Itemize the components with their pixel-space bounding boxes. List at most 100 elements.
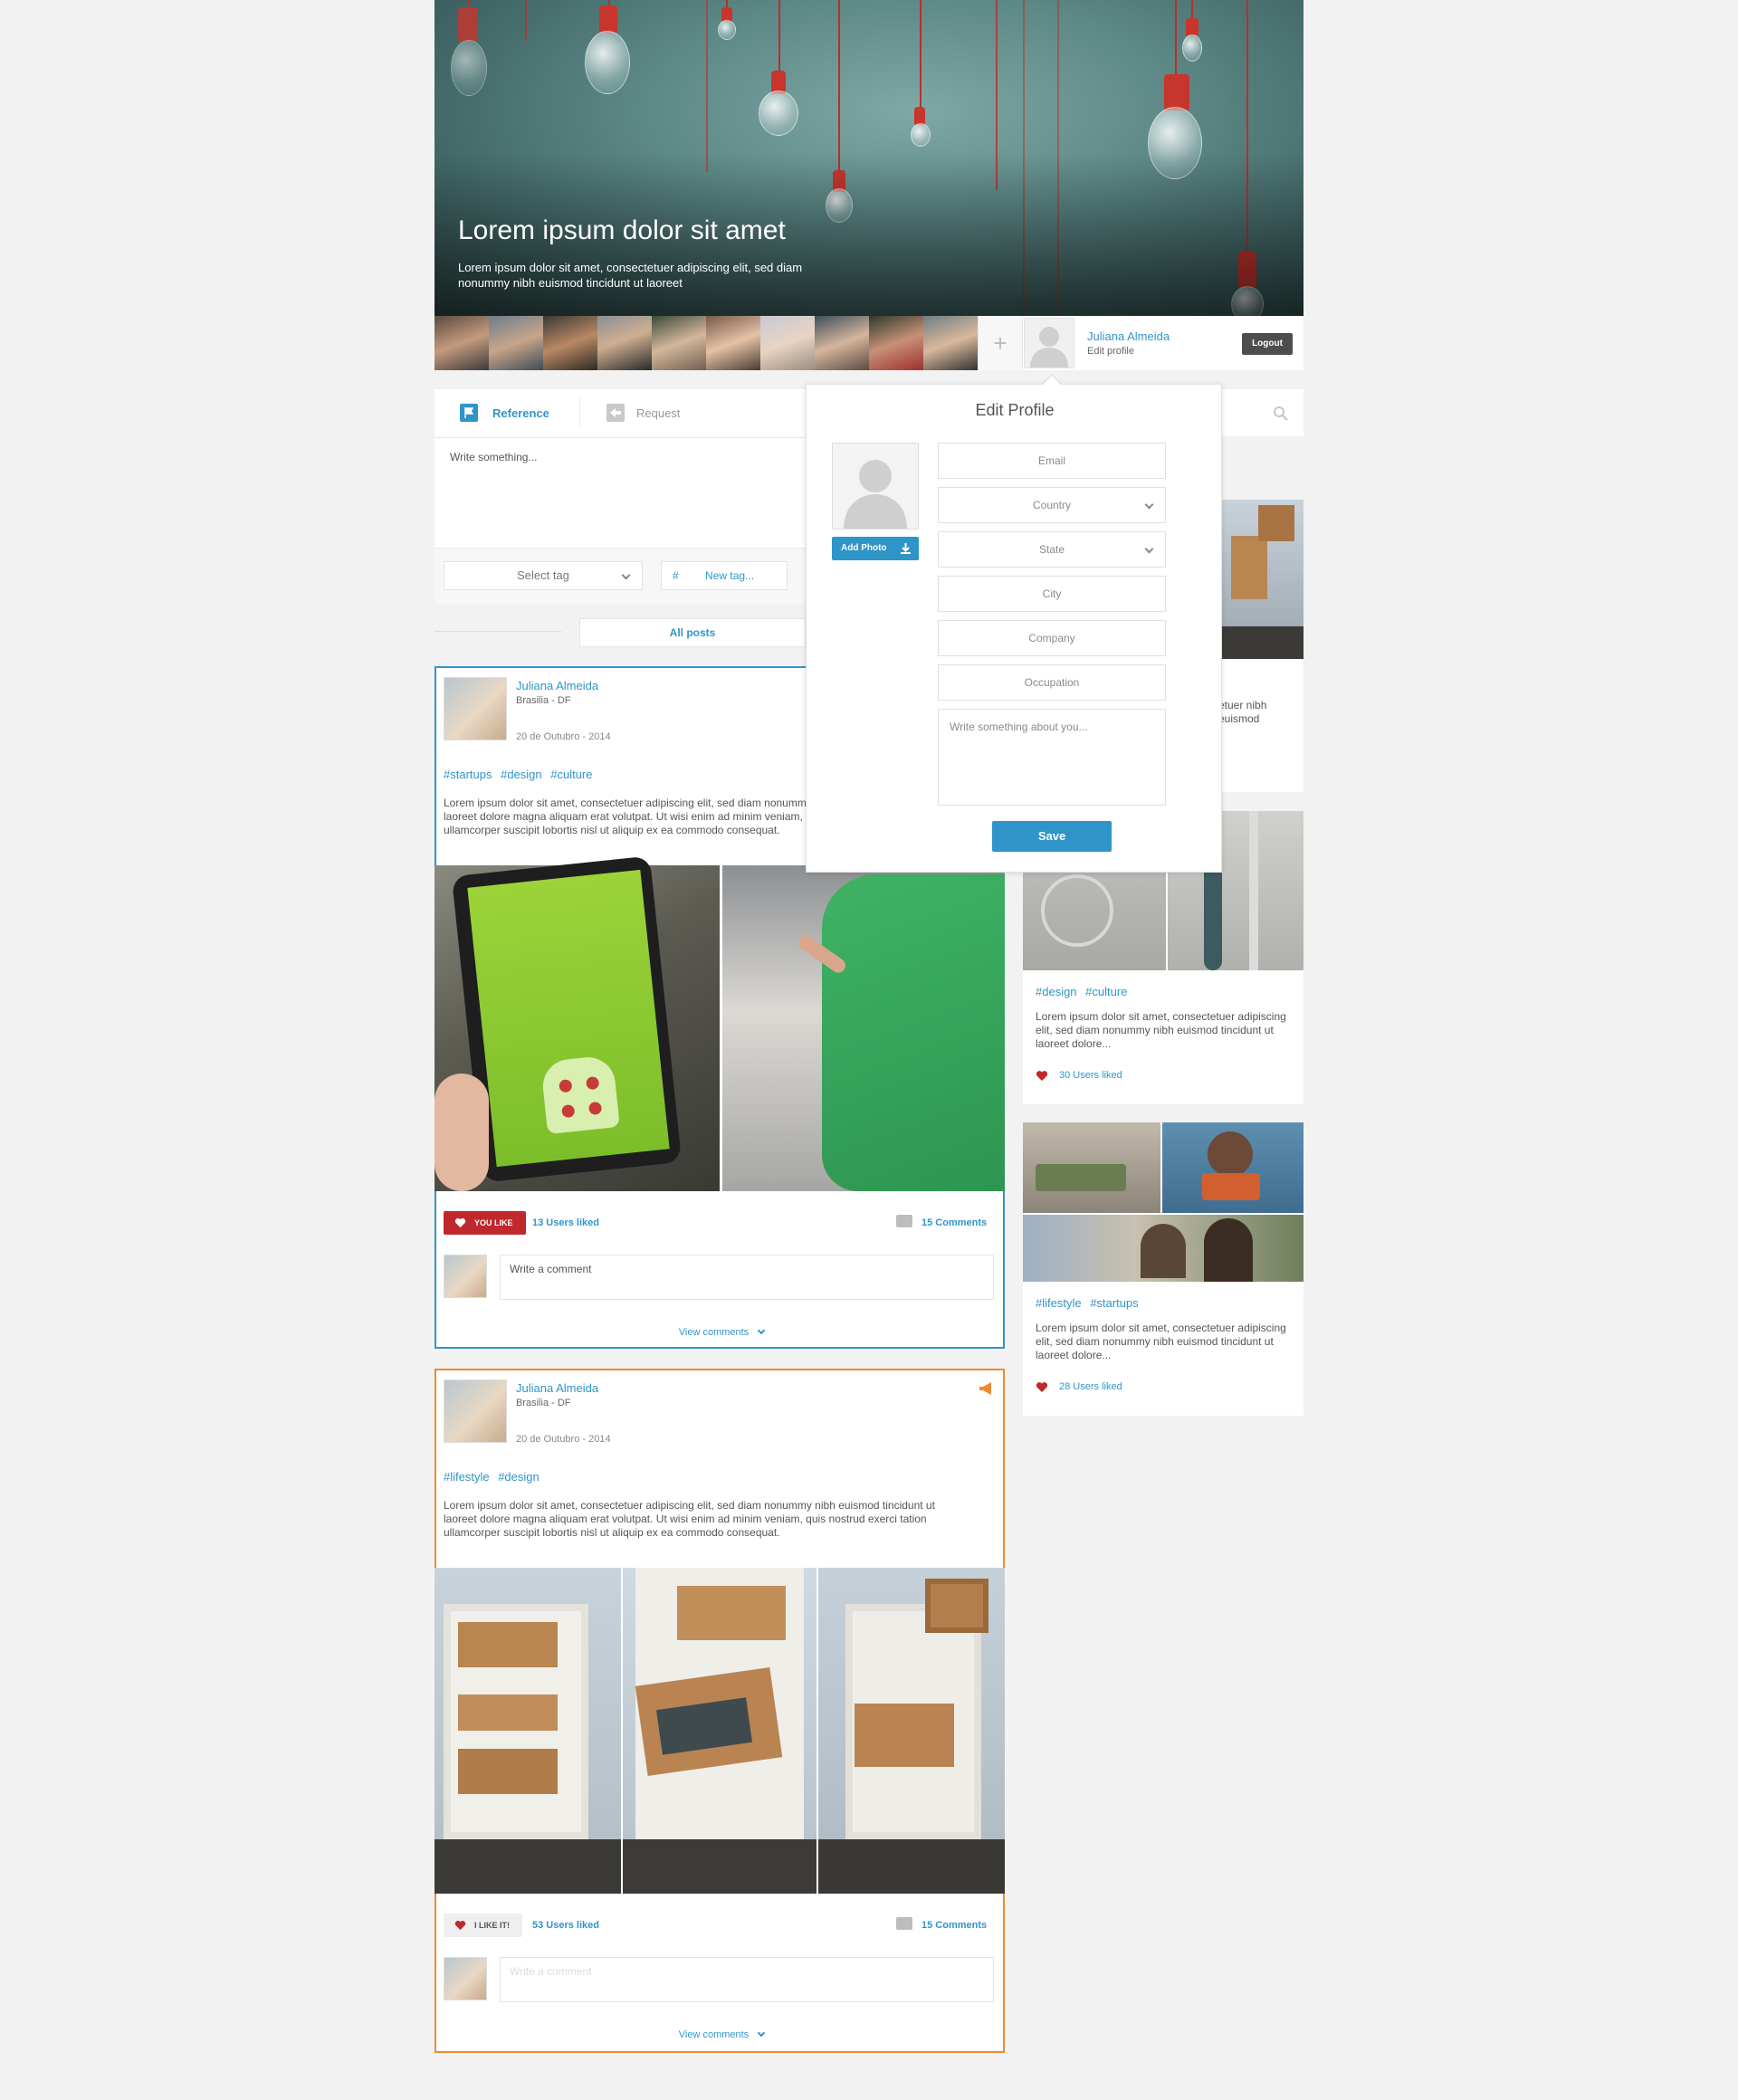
author-avatar[interactable] bbox=[444, 1379, 507, 1443]
post-date: 20 de Outubro - 2014 bbox=[516, 1434, 611, 1445]
select-tag-dropdown[interactable]: Select tag bbox=[444, 561, 643, 590]
friend-avatar[interactable] bbox=[489, 316, 543, 370]
user-name[interactable]: Juliana Almeida bbox=[1087, 329, 1170, 343]
view-comments-link[interactable]: View comments bbox=[436, 1326, 1007, 1338]
city-field[interactable]: City bbox=[938, 576, 1166, 612]
likes-count[interactable]: 53 Users liked bbox=[532, 1920, 599, 1931]
likes-count[interactable]: 28 Users liked bbox=[1059, 1381, 1122, 1392]
person-icon bbox=[1030, 327, 1068, 368]
popover-arrow-fill bbox=[1043, 376, 1061, 385]
email-placeholder: Email bbox=[1037, 454, 1065, 467]
like-button[interactable]: I LIKE IT! bbox=[444, 1914, 522, 1937]
divider bbox=[434, 631, 561, 632]
like-button[interactable]: YOU LIKE bbox=[444, 1211, 526, 1235]
heart-icon bbox=[454, 1921, 466, 1931]
company-placeholder: Company bbox=[1028, 632, 1075, 644]
card-image-camera[interactable] bbox=[1023, 1122, 1160, 1213]
comment-icon bbox=[896, 1215, 912, 1227]
add-friend-button[interactable]: + bbox=[978, 316, 1023, 370]
likes-count[interactable]: 30 Users liked bbox=[1059, 1070, 1122, 1081]
comments-count[interactable]: 15 Comments bbox=[922, 1217, 987, 1228]
card-image-girl[interactable] bbox=[1162, 1122, 1304, 1213]
megaphone-icon[interactable] bbox=[978, 1381, 994, 1396]
friend-avatar[interactable] bbox=[652, 316, 706, 370]
divider bbox=[434, 437, 806, 438]
commenter-avatar bbox=[444, 1255, 487, 1298]
friend-avatar[interactable] bbox=[760, 316, 815, 370]
hero-banner: Lorem ipsum dolor sit amet Lorem ipsum d… bbox=[434, 0, 1304, 316]
side-card[interactable]: #lifestyle #startups Lorem ipsum dolor s… bbox=[1023, 1122, 1304, 1416]
search-icon[interactable] bbox=[1273, 406, 1289, 422]
chevron-down-icon bbox=[621, 570, 631, 580]
edit-profile-link[interactable]: Edit profile bbox=[1087, 346, 1134, 357]
like-label: YOU LIKE bbox=[474, 1218, 513, 1227]
card-image-building[interactable] bbox=[1222, 500, 1304, 659]
profile-photo[interactable] bbox=[832, 443, 919, 530]
person-icon bbox=[844, 460, 907, 529]
tab-divider bbox=[579, 398, 580, 427]
download-icon bbox=[901, 543, 911, 554]
email-field[interactable]: Email bbox=[938, 443, 1166, 479]
comments-count[interactable]: 15 Comments bbox=[922, 1920, 987, 1931]
all-posts-filter[interactable]: All posts bbox=[579, 618, 806, 647]
card-image-people[interactable] bbox=[1023, 1215, 1304, 1282]
about-textarea[interactable]: Write something about you... bbox=[938, 709, 1166, 806]
heart-icon[interactable] bbox=[1036, 1070, 1048, 1082]
comment-input[interactable]: Write a comment bbox=[500, 1957, 994, 2002]
post-input[interactable]: Write something... bbox=[450, 451, 537, 463]
likes-count[interactable]: 13 Users liked bbox=[532, 1217, 599, 1228]
occupation-field[interactable]: Occupation bbox=[938, 664, 1166, 701]
select-tag-label: Select tag bbox=[517, 568, 569, 582]
state-select[interactable]: State bbox=[938, 531, 1166, 568]
post-image-building[interactable] bbox=[434, 1568, 621, 1894]
flag-icon bbox=[460, 404, 478, 422]
post-image-phone[interactable] bbox=[434, 855, 720, 1191]
view-comments-link[interactable]: View comments bbox=[436, 2028, 1007, 2040]
country-placeholder: Country bbox=[1032, 499, 1072, 511]
friend-avatar[interactable] bbox=[543, 316, 597, 370]
post-image-building[interactable] bbox=[818, 1568, 1005, 1894]
author-avatar[interactable] bbox=[444, 677, 507, 740]
hash-icon: # bbox=[673, 569, 679, 582]
save-button[interactable]: Save bbox=[992, 821, 1112, 852]
plus-icon: + bbox=[993, 329, 1007, 357]
view-comments-label: View comments bbox=[678, 2029, 750, 2040]
friend-avatar[interactable] bbox=[434, 316, 489, 370]
friend-avatar[interactable] bbox=[923, 316, 978, 370]
country-select[interactable]: Country bbox=[938, 487, 1166, 523]
post-date: 20 de Outubro - 2014 bbox=[516, 731, 611, 742]
author-name[interactable]: Juliana Almeida bbox=[516, 1381, 598, 1395]
state-placeholder: State bbox=[1038, 543, 1065, 556]
post-tags[interactable]: #lifestyle #design bbox=[444, 1470, 540, 1484]
comment-input[interactable]: Write a comment bbox=[500, 1255, 994, 1300]
tab-request[interactable]: Request bbox=[636, 406, 680, 420]
heart-icon[interactable] bbox=[1036, 1381, 1048, 1393]
post-tags[interactable]: #startups #design #culture bbox=[444, 768, 592, 781]
friends-strip bbox=[434, 316, 1304, 370]
add-photo-label: Add Photo bbox=[841, 543, 887, 553]
friend-avatar[interactable] bbox=[597, 316, 652, 370]
new-tag-input[interactable]: # New tag... bbox=[661, 561, 788, 590]
post-image-woman[interactable] bbox=[722, 865, 1005, 1191]
chevron-down-icon bbox=[758, 2028, 766, 2038]
user-avatar[interactable] bbox=[1024, 318, 1074, 368]
friend-avatar[interactable] bbox=[815, 316, 869, 370]
card-tags[interactable]: #lifestyle #startups bbox=[1036, 1296, 1139, 1310]
add-photo-button[interactable]: Add Photo bbox=[832, 537, 919, 560]
card-tags[interactable]: #design #culture bbox=[1036, 985, 1127, 998]
modal-title: Edit Profile bbox=[975, 401, 1055, 419]
search-bar[interactable] bbox=[1222, 389, 1304, 436]
company-field[interactable]: Company bbox=[938, 620, 1166, 656]
logout-button[interactable]: Logout bbox=[1242, 333, 1293, 355]
city-placeholder: City bbox=[1042, 587, 1062, 600]
friend-avatar[interactable] bbox=[706, 316, 760, 370]
request-icon bbox=[606, 404, 625, 422]
card-body: etuer nibh euismod bbox=[1218, 699, 1267, 725]
hero-title: Lorem ipsum dolor sit amet bbox=[458, 215, 786, 245]
edit-profile-popover: Edit Profile Add Photo Email Country Sta… bbox=[806, 384, 1222, 873]
post-image-building[interactable] bbox=[623, 1568, 816, 1894]
author-name[interactable]: Juliana Almeida bbox=[516, 679, 598, 692]
tab-reference[interactable]: Reference bbox=[492, 406, 549, 420]
feed-post: Juliana Almeida Brasilia - DF 20 de Outu… bbox=[434, 1369, 1005, 2053]
friend-avatar[interactable] bbox=[869, 316, 923, 370]
